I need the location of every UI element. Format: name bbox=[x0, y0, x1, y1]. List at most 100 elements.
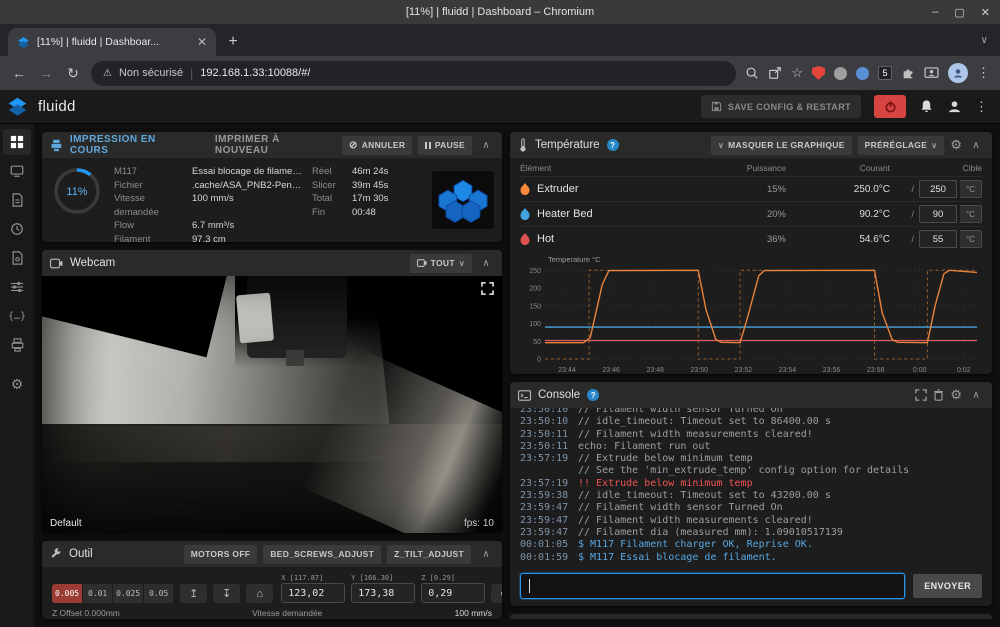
pause-button[interactable]: PAUSE bbox=[418, 136, 472, 155]
webcam-stream[interactable]: Default fps: 10 bbox=[42, 276, 502, 533]
sidebar-item-printer[interactable] bbox=[3, 332, 31, 358]
tab-search-icon[interactable]: ∨ bbox=[981, 35, 988, 46]
temperature-title: Température bbox=[535, 139, 600, 151]
notifications-bell-icon[interactable] bbox=[919, 99, 934, 114]
back-icon[interactable]: ← bbox=[10, 64, 28, 82]
heater-target-input[interactable]: 55 bbox=[919, 230, 957, 248]
sidebar-item-settings[interactable]: ⚙ bbox=[3, 371, 31, 397]
address-bar[interactable]: ⚠ Non sécurisé | 192.168.1.33:10088/#/ bbox=[91, 61, 736, 86]
app-menu-icon[interactable]: ⋮ bbox=[975, 99, 988, 115]
step-button[interactable]: 0.005 bbox=[52, 584, 83, 603]
console-line-text: !! Extrude below minimum temp bbox=[578, 478, 753, 490]
extension-icon-blue[interactable] bbox=[856, 67, 869, 80]
zoom-icon[interactable] bbox=[745, 66, 759, 80]
console-line: 23:59:47// Filament width measurements c… bbox=[520, 515, 982, 527]
browser-menu-icon[interactable]: ⋮ bbox=[977, 65, 990, 81]
collapse-chevron-icon[interactable]: ∧ bbox=[478, 258, 494, 269]
sidebar-item-configure[interactable] bbox=[3, 245, 31, 271]
status-field: Filament97.3 cm bbox=[114, 233, 302, 242]
temperature-settings-gear-icon[interactable]: ⚙ bbox=[950, 137, 962, 153]
sidebar-item-tune[interactable] bbox=[3, 274, 31, 300]
heater-target-input[interactable]: 90 bbox=[919, 205, 957, 223]
step-button[interactable]: 0.025 bbox=[113, 584, 144, 603]
user-icon[interactable] bbox=[947, 99, 962, 114]
fullscreen-icon[interactable] bbox=[481, 282, 494, 295]
macro-button[interactable]: BED_SCREWS_ADJUST bbox=[263, 545, 381, 564]
browser-tab[interactable]: [11%] | fluidd | Dashboar... ✕ bbox=[8, 28, 216, 56]
collapse-chevron-icon[interactable]: ∧ bbox=[968, 390, 984, 401]
webcam-filter-dropdown[interactable]: TOUT ∨ bbox=[410, 254, 472, 273]
status-fields: M117Essai blocage de filament.Fichier.ca… bbox=[114, 165, 302, 235]
console-line: // See the 'min_extrude_temp' config opt… bbox=[520, 465, 982, 477]
collapse-chevron-icon[interactable]: ∧ bbox=[478, 549, 494, 560]
console-line-time: 23:59:38 bbox=[520, 490, 578, 502]
minimize-icon[interactable]: – bbox=[932, 6, 938, 18]
console-log[interactable]: 23:50:10// Filament width sensor Turned … bbox=[510, 408, 992, 566]
console-line-text: $ M117 Essai blocage de filament. bbox=[578, 552, 777, 564]
step-button[interactable]: 0.05 bbox=[144, 584, 174, 603]
puzzle-icon[interactable] bbox=[901, 66, 915, 80]
z-offset-up-button[interactable]: ↥ bbox=[180, 584, 207, 603]
axis-input[interactable]: 173,38 bbox=[351, 583, 415, 603]
collapse-chevron-icon[interactable]: ∧ bbox=[968, 140, 984, 151]
extension-shield-icon[interactable] bbox=[812, 66, 825, 80]
emergency-stop-button[interactable] bbox=[874, 95, 906, 118]
security-warning-icon[interactable]: ⚠ bbox=[103, 68, 112, 79]
info-icon[interactable]: ? bbox=[607, 139, 619, 151]
axis-input-group: Y [166.30]173,38 bbox=[351, 574, 415, 603]
sidebar-item-console[interactable] bbox=[3, 158, 31, 184]
share-icon[interactable] bbox=[768, 66, 782, 80]
forward-icon[interactable]: → bbox=[37, 64, 55, 82]
preset-dropdown[interactable]: PRÉRÉGLAGE ∨ bbox=[858, 136, 945, 155]
heater-row[interactable]: Heater Bed20%90.2°C/90°C bbox=[520, 201, 982, 226]
reload-icon[interactable]: ↻ bbox=[64, 64, 82, 82]
console-line-text: // Filament width sensor Turned On bbox=[578, 502, 783, 514]
sidebar-item-dashboard[interactable] bbox=[3, 129, 31, 155]
tab-close-icon[interactable]: ✕ bbox=[197, 35, 207, 49]
console-line-time: 23:59:47 bbox=[520, 515, 578, 527]
heater-target-unit: °C bbox=[960, 205, 982, 223]
bookmark-star-icon[interactable]: ☆ bbox=[791, 65, 803, 81]
collapse-chevron-icon[interactable]: ∧ bbox=[478, 140, 494, 151]
maximize-icon[interactable]: ▢ bbox=[954, 6, 964, 19]
axis-input[interactable]: 123,02 bbox=[281, 583, 345, 603]
save-config-button[interactable]: SAVE CONFIG & RESTART bbox=[701, 95, 861, 118]
svg-text:250: 250 bbox=[529, 268, 541, 275]
new-tab-button[interactable]: + bbox=[220, 29, 246, 55]
close-icon[interactable]: ✕ bbox=[981, 6, 990, 19]
sidebar-item-macros[interactable]: {…} bbox=[3, 303, 31, 329]
console-line-text: // idle_timeout: Timeout set to 86400.00… bbox=[578, 416, 831, 428]
info-icon[interactable]: ? bbox=[587, 389, 599, 401]
home-all-button[interactable]: ⌂ bbox=[246, 584, 273, 603]
macro-button[interactable]: MOTORS OFF bbox=[184, 545, 258, 564]
progress-percent: 11% bbox=[66, 186, 87, 198]
heater-target-input[interactable]: 250 bbox=[919, 180, 957, 198]
profile-avatar[interactable] bbox=[948, 63, 968, 83]
trash-icon[interactable] bbox=[933, 389, 944, 401]
heater-row[interactable]: Hot36%54.6°C/55°C bbox=[520, 226, 982, 251]
step-button[interactable]: 0.01 bbox=[83, 584, 113, 603]
console-settings-gear-icon[interactable]: ⚙ bbox=[950, 387, 962, 403]
heater-row[interactable]: Extruder15%250.0°C/250°C bbox=[520, 176, 982, 201]
svg-text:0:00: 0:00 bbox=[913, 367, 927, 374]
macro-button[interactable]: Z_TILT_ADJUST bbox=[387, 545, 471, 564]
extension-icon-gray[interactable] bbox=[834, 67, 847, 80]
column-power: Puissance bbox=[722, 163, 786, 173]
z-offset-down-button[interactable]: ↧ bbox=[213, 584, 240, 603]
console-input[interactable] bbox=[520, 573, 905, 599]
axis-label: X [117.87] bbox=[281, 574, 345, 582]
reprint-tab[interactable]: IMPRIMER À NOUVEAU bbox=[215, 134, 335, 156]
time-label: Slicer bbox=[312, 179, 352, 193]
profile-switch-icon[interactable] bbox=[924, 67, 939, 80]
sidebar-item-history[interactable] bbox=[3, 216, 31, 242]
extension-badge[interactable]: 5 bbox=[878, 66, 892, 80]
move-crosshair-button[interactable]: ⊕ bbox=[491, 584, 502, 603]
console-icon bbox=[518, 390, 531, 401]
field-label: Fichier bbox=[114, 179, 192, 193]
axis-input[interactable]: 0,29 bbox=[421, 583, 485, 603]
hide-graph-button[interactable]: ∨ MASQUER LE GRAPHIQUE bbox=[711, 136, 852, 155]
sidebar-item-jobs[interactable] bbox=[3, 187, 31, 213]
send-button[interactable]: ENVOYER bbox=[913, 574, 982, 598]
expand-icon[interactable] bbox=[915, 389, 927, 401]
cancel-button[interactable]: ⊘ ANNULER bbox=[342, 136, 412, 155]
